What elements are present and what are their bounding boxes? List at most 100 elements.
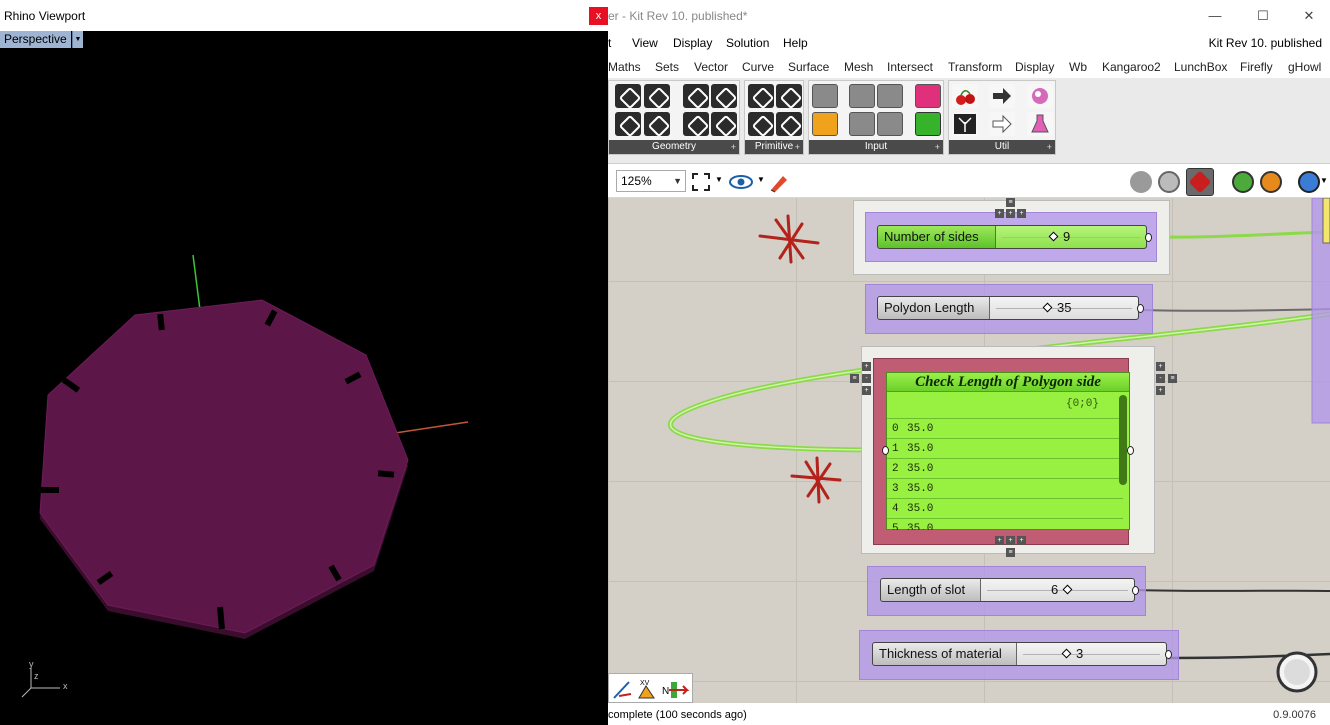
add-input-icon[interactable]: + (862, 362, 871, 371)
menu-display[interactable]: Display (673, 36, 712, 50)
zoom-select[interactable]: 125% ▼ (616, 170, 686, 192)
panel-scrollbar[interactable] (1119, 395, 1127, 485)
input-options-icon[interactable]: + (862, 386, 871, 395)
output-port[interactable] (1132, 586, 1139, 595)
add-output-icon[interactable]: + (1156, 362, 1165, 371)
input-component-icon[interactable] (849, 112, 875, 136)
xy-icon[interactable] (613, 681, 632, 699)
length-of-slot-slider[interactable]: Length of slot 6 (880, 578, 1135, 602)
input-component-icon[interactable] (877, 112, 903, 136)
group-control-icon[interactable]: + (1006, 209, 1015, 218)
output-port[interactable] (1165, 650, 1172, 659)
chevron-down-icon[interactable]: ▼ (715, 175, 723, 184)
tab-mesh[interactable]: Mesh (844, 60, 873, 74)
chevron-down-icon[interactable]: ▼ (1320, 176, 1328, 185)
slider-handle-icon[interactable] (1048, 231, 1059, 242)
tab-surface[interactable]: Surface (788, 60, 829, 74)
slider-track[interactable]: 6 (981, 579, 1134, 601)
menu-solution[interactable]: Solution (726, 36, 769, 50)
panel-control-icon[interactable]: + (1006, 536, 1015, 545)
expand-icon[interactable]: + (731, 140, 736, 154)
cherry-icon[interactable] (952, 84, 978, 108)
tab-display[interactable]: Display (1015, 60, 1054, 74)
check-length-panel[interactable]: Check Length of Polygon side {0;0} 0 35.0… (886, 372, 1130, 530)
slider-handle-icon[interactable] (1062, 584, 1073, 595)
geometry-component-icon[interactable] (615, 84, 641, 108)
geometry-component-icon[interactable] (644, 84, 670, 108)
tab-firefly[interactable]: Firefly (1240, 60, 1273, 74)
input-component-icon[interactable] (915, 112, 941, 136)
grasshopper-titlebar[interactable]: er - Kit Rev 10. published* — ☐ ✕ (608, 0, 1330, 32)
zoom-extents-icon[interactable] (692, 173, 710, 191)
group-control-icon[interactable]: + (995, 209, 1004, 218)
input-component-icon[interactable] (877, 84, 903, 108)
sphere-icon[interactable] (1298, 171, 1320, 193)
tab-sets[interactable]: Sets (655, 60, 679, 74)
tab-intersect[interactable]: Intersect (887, 60, 933, 74)
expand-icon[interactable]: + (795, 140, 800, 154)
menu-view[interactable]: View (632, 36, 658, 50)
input-component-icon[interactable] (915, 84, 941, 108)
tree-icon[interactable] (952, 112, 978, 136)
tab-lunchbox[interactable]: LunchBox (1174, 60, 1227, 74)
tab-kangaroo2[interactable]: Kangaroo2 (1102, 60, 1161, 74)
polygon-length-slider[interactable]: Polydon Length 35 (877, 296, 1139, 320)
close-button[interactable]: ✕ (1294, 6, 1324, 26)
n-icon[interactable]: N (662, 682, 690, 698)
eye-icon[interactable] (729, 173, 753, 195)
chevron-down-icon[interactable]: ▼ (72, 31, 83, 48)
geometry-component-icon[interactable] (711, 112, 737, 136)
geometry-component-icon[interactable] (644, 112, 670, 136)
input-component-icon[interactable] (812, 84, 838, 108)
primitive-component-icon[interactable] (748, 112, 774, 136)
input-port[interactable] (882, 446, 889, 455)
slider-handle-icon[interactable] (1042, 302, 1053, 313)
geometry-component-icon[interactable] (683, 84, 709, 108)
tab-ghowl[interactable]: gHowl (1288, 60, 1321, 74)
arrow-outline-icon[interactable] (989, 112, 1015, 136)
rhino-close-button[interactable]: x (589, 7, 608, 25)
group-control-icon[interactable]: + (1017, 209, 1026, 218)
menu-help[interactable]: Help (783, 36, 808, 50)
tab-vector[interactable]: Vector (694, 60, 728, 74)
expand-outputs-icon[interactable]: ≡ (1168, 374, 1177, 383)
output-options-icon[interactable]: + (1156, 386, 1165, 395)
expand-icon[interactable]: + (1047, 140, 1052, 154)
panel-control-icon[interactable]: + (995, 536, 1004, 545)
selected-preview-icon[interactable] (1186, 168, 1214, 196)
number-of-sides-slider[interactable]: Number of sides 9 (877, 225, 1147, 249)
shaded-preview-icon[interactable] (1158, 171, 1180, 193)
output-port[interactable] (1145, 233, 1152, 242)
menu-edit[interactable]: t (608, 36, 611, 50)
rhino-scene[interactable]: y z x (0, 48, 608, 725)
rhino-titlebar[interactable]: Rhino Viewport x (0, 0, 608, 31)
maximize-button[interactable]: ☐ (1248, 6, 1278, 26)
flask-icon[interactable] (1027, 112, 1053, 136)
viewport-label-perspective[interactable]: Perspective (0, 31, 71, 48)
group-menu-icon[interactable]: ≡ (1006, 198, 1015, 207)
ribbon-panel-label[interactable]: Input (809, 140, 943, 154)
geometry-component-icon[interactable] (615, 112, 641, 136)
ribbon-panel-label[interactable]: Geometry (609, 140, 739, 154)
minimize-button[interactable]: — (1200, 6, 1230, 26)
arrow-right-icon[interactable] (989, 84, 1015, 108)
tab-maths[interactable]: Maths (608, 60, 641, 74)
bake-icon[interactable] (1232, 171, 1254, 193)
primitive-component-icon[interactable] (748, 84, 774, 108)
output-port[interactable] (1127, 446, 1134, 455)
panel-control-icon[interactable]: + (1017, 536, 1026, 545)
slider-track[interactable]: 3 (1017, 643, 1166, 665)
rhino-viewport-window[interactable]: Rhino Viewport x Perspective ▼ y z x (0, 0, 608, 725)
geometry-component-icon[interactable] (683, 112, 709, 136)
slider-track[interactable]: 35 (990, 297, 1138, 319)
output-port[interactable] (1137, 304, 1144, 313)
sketch-icon[interactable] (768, 171, 790, 193)
ribbon-panel-label[interactable]: Util (949, 140, 1055, 154)
xv-icon[interactable]: XV (638, 680, 655, 699)
expand-inputs-icon[interactable]: ≡ (850, 374, 859, 383)
tab-curve[interactable]: Curve (742, 60, 774, 74)
render-icon[interactable] (1260, 171, 1282, 193)
tab-wb[interactable]: Wb (1069, 60, 1087, 74)
primitive-component-icon[interactable] (776, 112, 802, 136)
slider-track[interactable]: 9 (996, 226, 1146, 248)
